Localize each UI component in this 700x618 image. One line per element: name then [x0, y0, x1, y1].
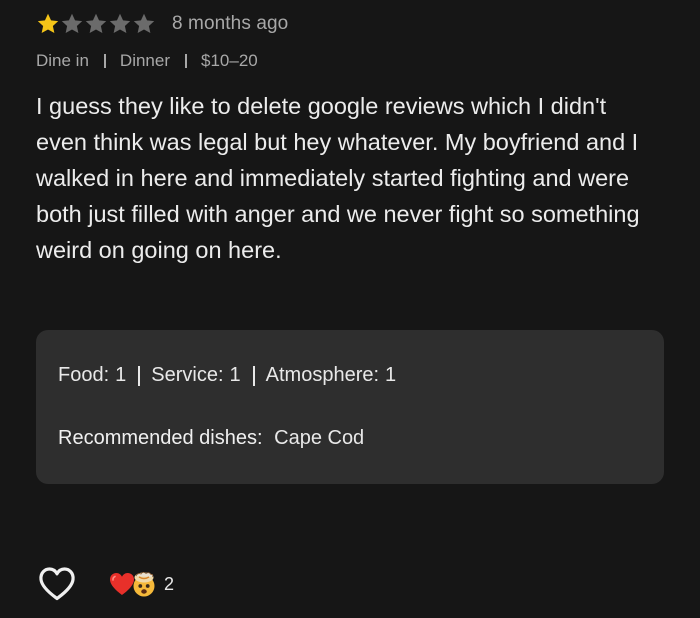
price-range: $10–20 [201, 51, 258, 70]
reactions-summary[interactable]: 2 [108, 568, 174, 600]
atmosphere-label: Atmosphere: [265, 364, 380, 386]
recommended-dishes: Recommended dishes: Cape Cod [58, 427, 364, 450]
recommended-dishes-value: Cape Cod [274, 427, 365, 449]
star-empty-icon [84, 12, 108, 36]
meta-divider [103, 54, 106, 68]
food-value: 1 [115, 364, 127, 386]
star-empty-icon [132, 12, 156, 36]
review-timestamp: 8 months ago [172, 13, 289, 34]
ratings-card: Food: 1 Service: 1 Atmosphere: 1 Recomme… [36, 330, 664, 484]
meal-type: Dinner [119, 51, 171, 70]
atmosphere-value: 1 [385, 364, 397, 386]
service-value: 1 [229, 364, 241, 386]
reaction-count: 2 [164, 573, 175, 594]
ratings-divider [252, 365, 255, 386]
like-button[interactable] [38, 566, 76, 602]
star-empty-icon [108, 12, 132, 36]
meta-divider [185, 54, 188, 68]
recommended-dishes-label: Recommended dishes: [58, 427, 263, 449]
star-empty-icon [60, 12, 84, 36]
service-type: Dine in [36, 51, 89, 70]
rating-row: 8 months ago [36, 11, 288, 37]
food-label: Food: [58, 364, 110, 386]
exploding-head-icon [130, 570, 158, 598]
review-body: I guess they like to delete google revie… [36, 93, 640, 263]
ratings-divider [138, 365, 141, 386]
service-label: Service: [151, 364, 224, 386]
heart-outline-icon [39, 567, 75, 601]
review-meta: Dine in Dinner $10–20 [36, 50, 258, 72]
category-ratings: Food: 1 Service: 1 Atmosphere: 1 [58, 364, 396, 387]
star-filled-icon [36, 12, 60, 36]
